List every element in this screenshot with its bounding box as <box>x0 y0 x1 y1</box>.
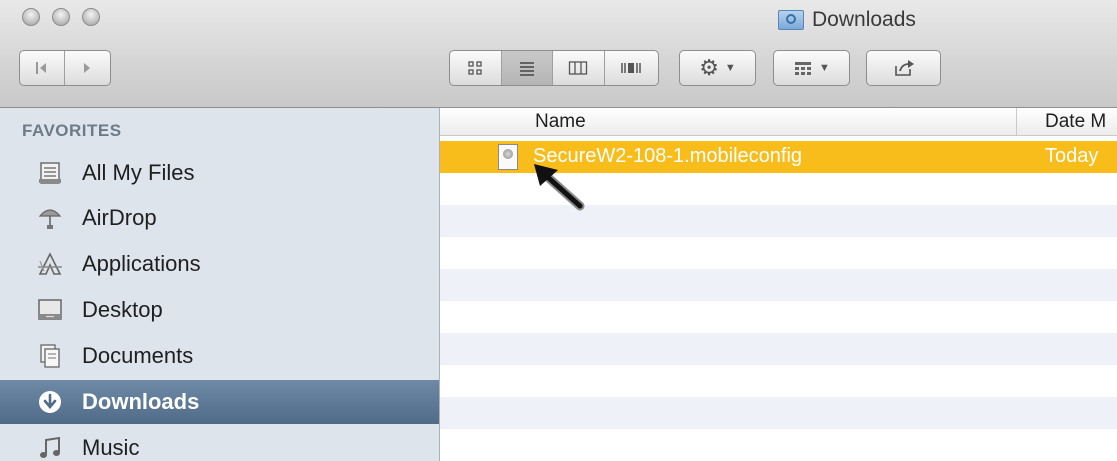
sidebar-item-label: Music <box>82 435 140 460</box>
sidebar-item-all-my-files[interactable]: All My Files <box>0 151 439 195</box>
sidebar-item-label: All My Files <box>82 160 195 185</box>
sidebar-item-documents[interactable]: Documents <box>0 334 439 378</box>
zoom-window-button[interactable] <box>82 8 100 26</box>
file-date-modified: Today <box>1045 145 1099 167</box>
back-button[interactable] <box>20 51 66 85</box>
finder-window: Downloads ⚙ ▼ ▼ FAVORITES All My Files A… <box>0 0 1117 461</box>
sidebar: FAVORITES All My Files AirDrop Applicati… <box>0 108 440 461</box>
action-menu-inner: ⚙ ▼ <box>680 51 755 85</box>
downloads-icon <box>36 388 64 416</box>
share-button[interactable] <box>866 50 941 86</box>
minimize-window-button[interactable] <box>52 8 70 26</box>
action-menu-button[interactable]: ⚙ ▼ <box>679 50 756 86</box>
empty-row <box>440 397 1117 429</box>
back-arrow-icon <box>36 62 46 74</box>
share-button-inner <box>867 51 940 85</box>
list-view-icon <box>519 62 534 76</box>
column-header-name[interactable]: Name <box>535 111 586 133</box>
sidebar-item-applications[interactable]: Applications <box>0 242 439 286</box>
column-header-date-modified[interactable]: Date M <box>1016 108 1106 135</box>
empty-row <box>440 237 1117 269</box>
all-files-icon <box>36 159 64 187</box>
empty-row <box>440 429 1117 461</box>
chevron-down-icon: ▼ <box>724 61 736 74</box>
empty-row <box>440 365 1117 397</box>
sidebar-item-label: AirDrop <box>82 205 157 230</box>
cover-flow-icon <box>621 63 641 73</box>
empty-row <box>440 333 1117 365</box>
nav-buttons <box>19 50 111 86</box>
icon-view-button[interactable] <box>450 51 502 85</box>
pointer-arrow-icon <box>534 164 585 211</box>
view-mode-control <box>449 50 659 86</box>
icon-view-icon <box>468 61 482 75</box>
share-icon <box>894 60 914 76</box>
sidebar-item-label: Desktop <box>82 297 163 322</box>
sidebar-item-airdrop[interactable]: AirDrop <box>0 196 439 240</box>
downloads-folder-icon <box>778 10 804 30</box>
applications-icon <box>36 250 64 278</box>
close-window-button[interactable] <box>22 8 40 26</box>
gear-icon: ⚙ <box>699 55 719 80</box>
arrange-icon <box>795 62 812 75</box>
sidebar-item-downloads[interactable]: Downloads <box>0 380 439 424</box>
mobileconfig-file-icon <box>498 144 518 170</box>
forward-button[interactable] <box>65 51 110 85</box>
arrange-menu-inner: ▼ <box>774 51 849 85</box>
sidebar-item-label: Applications <box>82 251 201 276</box>
column-view-button[interactable] <box>553 51 605 85</box>
window-title: Downloads <box>778 7 916 33</box>
chevron-down-icon: ▼ <box>819 61 830 74</box>
sidebar-item-label: Documents <box>82 343 194 368</box>
column-header-row: Name Date M <box>440 108 1117 136</box>
empty-row <box>440 301 1117 333</box>
window-title-text: Downloads <box>812 8 916 31</box>
list-view-button[interactable] <box>501 51 553 85</box>
music-icon <box>36 434 64 461</box>
sidebar-item-music[interactable]: Music <box>0 426 439 461</box>
arrange-menu-button[interactable]: ▼ <box>773 50 850 86</box>
desktop-icon <box>36 296 64 324</box>
sidebar-section-favorites: FAVORITES <box>22 121 122 140</box>
empty-row <box>440 269 1117 301</box>
sidebar-item-desktop[interactable]: Desktop <box>0 288 439 332</box>
airdrop-icon <box>36 204 64 232</box>
forward-arrow-icon <box>83 63 90 73</box>
title-bar: Downloads ⚙ ▼ ▼ <box>0 0 1117 108</box>
column-view-icon <box>569 61 588 75</box>
cover-flow-view-button[interactable] <box>605 51 658 85</box>
sidebar-item-label: Downloads <box>82 389 200 414</box>
documents-icon <box>36 342 64 370</box>
